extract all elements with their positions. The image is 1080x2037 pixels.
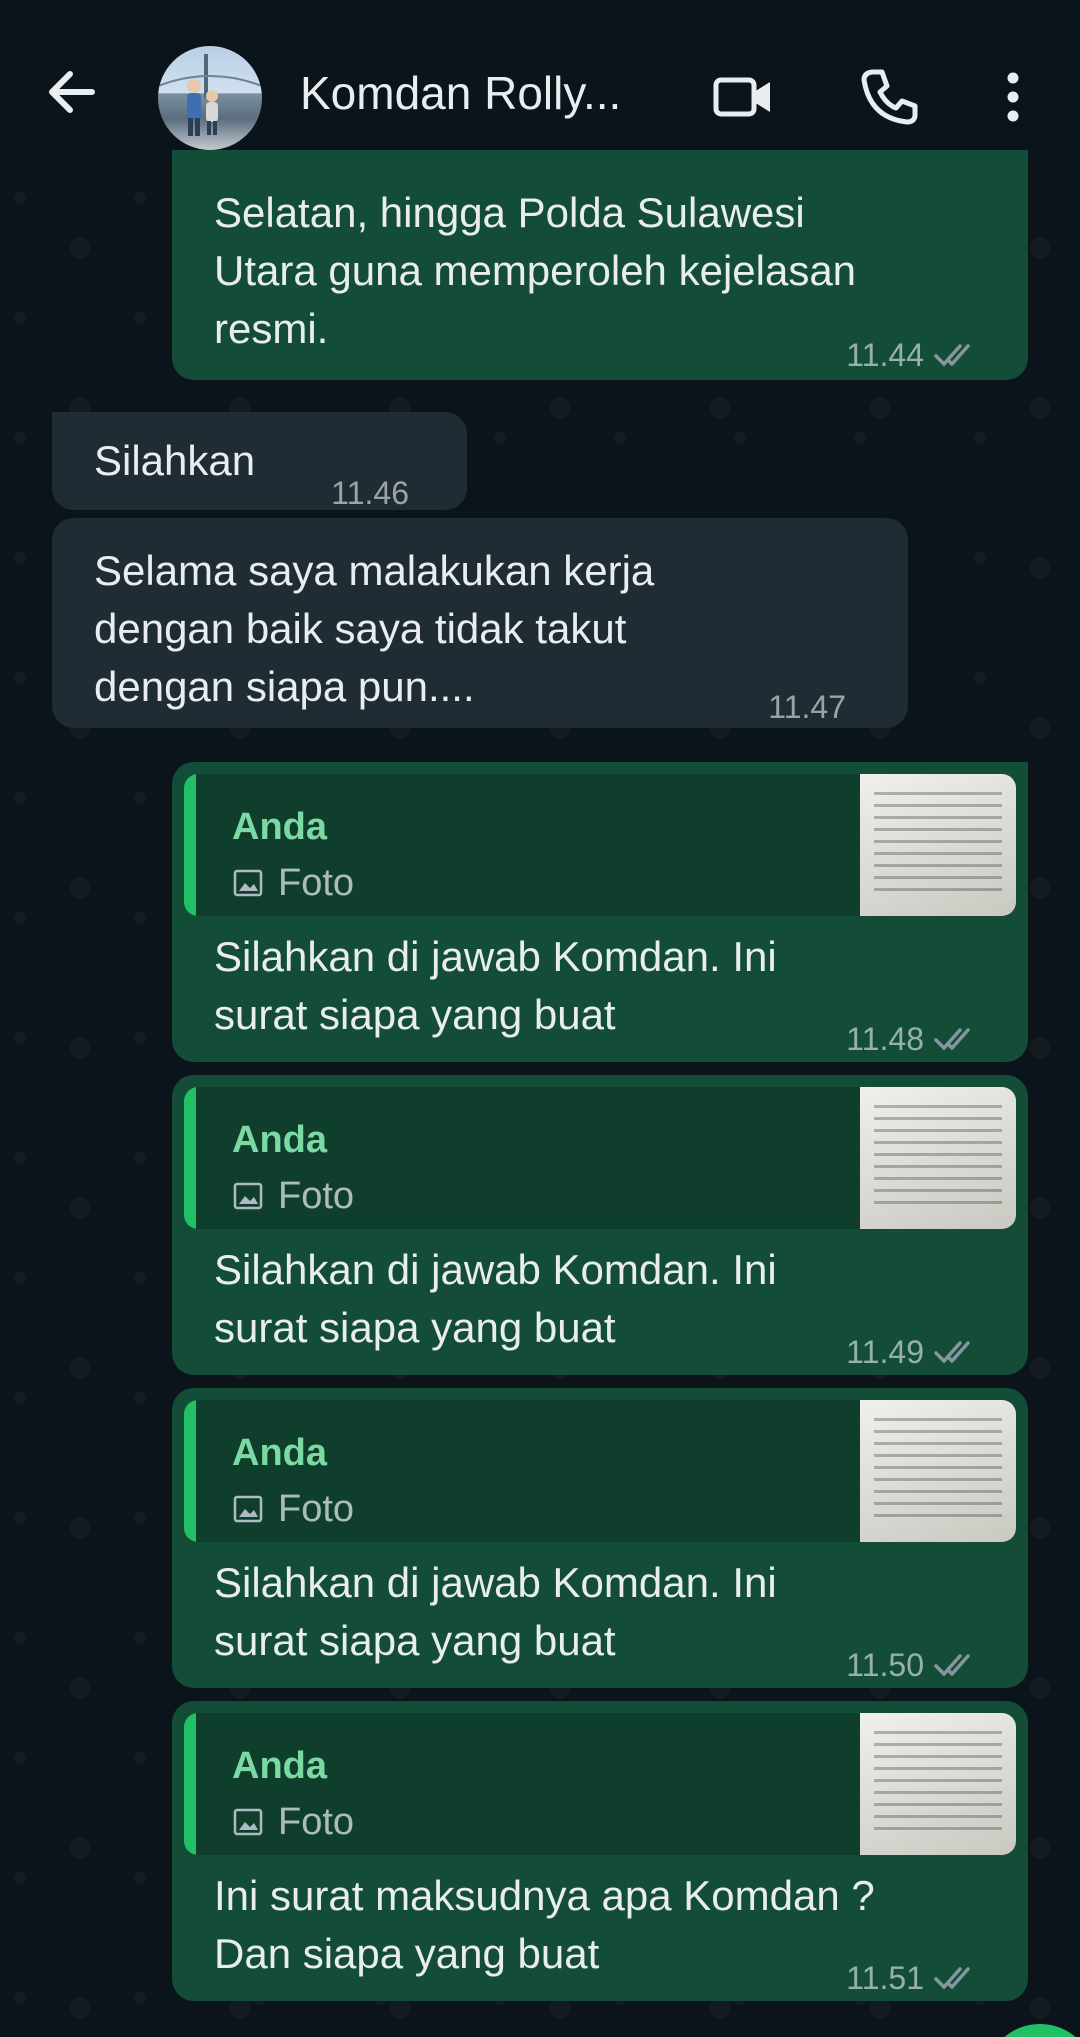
message-meta: 11.46 [331, 464, 409, 522]
phone-icon[interactable] [854, 62, 924, 132]
quote-accent-bar [184, 1713, 196, 1855]
quote-type: Foto [232, 1793, 354, 1851]
message-meta: 11.51 [846, 1949, 978, 2007]
message-meta: 11.50 [846, 1636, 978, 1694]
read-ticks-icon [934, 344, 970, 367]
quote-type-label: Foto [278, 1488, 355, 1530]
quoted-message[interactable]: Anda Foto [184, 1087, 1016, 1229]
photo-thumbnail [860, 1087, 1016, 1229]
message-time: 11.48 [846, 1021, 924, 1057]
avatar-photo [158, 54, 262, 136]
read-ticks-icon [934, 1028, 970, 1051]
contact-name[interactable]: Komdan Rolly... [300, 66, 680, 120]
quoted-message[interactable]: Anda Foto [184, 1713, 1016, 1855]
message-bubble-outgoing[interactable]: Selatan, hingga Polda Sulawesi Utara gun… [172, 150, 1028, 380]
message-time: 11.50 [846, 1647, 924, 1683]
quote-author: Anda [232, 1119, 327, 1161]
read-ticks-icon [934, 1967, 970, 1990]
quote-type: Foto [232, 1480, 354, 1538]
quote-accent-bar [184, 1400, 196, 1542]
message-text: Ini surat maksudnya apa Komdan ? Dan sia… [214, 1872, 875, 1977]
more-vertical-icon[interactable] [990, 62, 1036, 132]
quote-author: Anda [232, 1432, 327, 1474]
quote-accent-bar [184, 1087, 196, 1229]
message-text: Silahkan [94, 437, 256, 484]
message-time: 11.47 [768, 689, 846, 725]
arrow-left-icon[interactable] [40, 60, 104, 124]
message-bubble-outgoing[interactable]: Anda Foto Silahkan di jawab Komdan. Ini … [172, 762, 1028, 1062]
quote-type-label: Foto [278, 862, 355, 904]
message-text: Silahkan di jawab Komdan. Ini surat siap… [214, 933, 777, 1038]
quote-accent-bar [184, 774, 196, 916]
message-meta: 11.44 [846, 326, 978, 384]
quote-author: Anda [232, 1745, 327, 1787]
video-call-icon[interactable] [708, 62, 778, 132]
message-time: 11.49 [846, 1334, 924, 1370]
message-text: Silahkan di jawab Komdan. Ini surat siap… [214, 1246, 777, 1351]
read-ticks-icon [934, 1654, 970, 1677]
message-meta: 11.47 [768, 678, 846, 736]
message-time: 11.44 [846, 337, 924, 373]
message-text: Selatan, hingga Polda Sulawesi Utara gun… [214, 189, 857, 352]
message-bubble-outgoing[interactable]: Anda Foto Silahkan di jawab Komdan. Ini … [172, 1388, 1028, 1688]
message-bubble-outgoing[interactable]: Anda Foto Ini surat maksudnya apa Komdan… [172, 1701, 1028, 2001]
quoted-message[interactable]: Anda Foto [184, 1400, 1016, 1542]
read-ticks-icon [934, 1341, 970, 1364]
photo-icon [233, 1182, 263, 1210]
message-meta: 11.49 [846, 1323, 978, 1381]
chat-screen: Komdan Rolly... Selatan, hingga Polda Su… [0, 0, 1080, 2037]
message-text: Silahkan di jawab Komdan. Ini surat siap… [214, 1559, 777, 1664]
photo-thumbnail [860, 1400, 1016, 1542]
message-bubble-incoming[interactable]: Selama saya malakukan kerja dengan baik … [52, 518, 908, 728]
message-time: 11.51 [846, 1960, 924, 1996]
message-meta: 11.48 [846, 1010, 978, 1068]
quote-author: Anda [232, 806, 327, 848]
photo-icon [233, 1495, 263, 1523]
photo-thumbnail [860, 1713, 1016, 1855]
contact-avatar[interactable] [158, 46, 262, 150]
message-time: 11.46 [331, 475, 409, 511]
quote-type: Foto [232, 1167, 354, 1225]
message-bubble-incoming[interactable]: Silahkan 11.46 [52, 412, 467, 511]
quote-type-label: Foto [278, 1801, 355, 1843]
photo-thumbnail [860, 774, 1016, 916]
message-text: Selama saya malakukan kerja dengan baik … [94, 547, 655, 710]
quote-type-label: Foto [278, 1175, 355, 1217]
quoted-message[interactable]: Anda Foto [184, 774, 1016, 916]
photo-icon [233, 1808, 263, 1836]
message-bubble-outgoing[interactable]: Anda Foto Silahkan di jawab Komdan. Ini … [172, 1075, 1028, 1375]
photo-icon [233, 869, 263, 897]
quote-type: Foto [232, 854, 354, 912]
